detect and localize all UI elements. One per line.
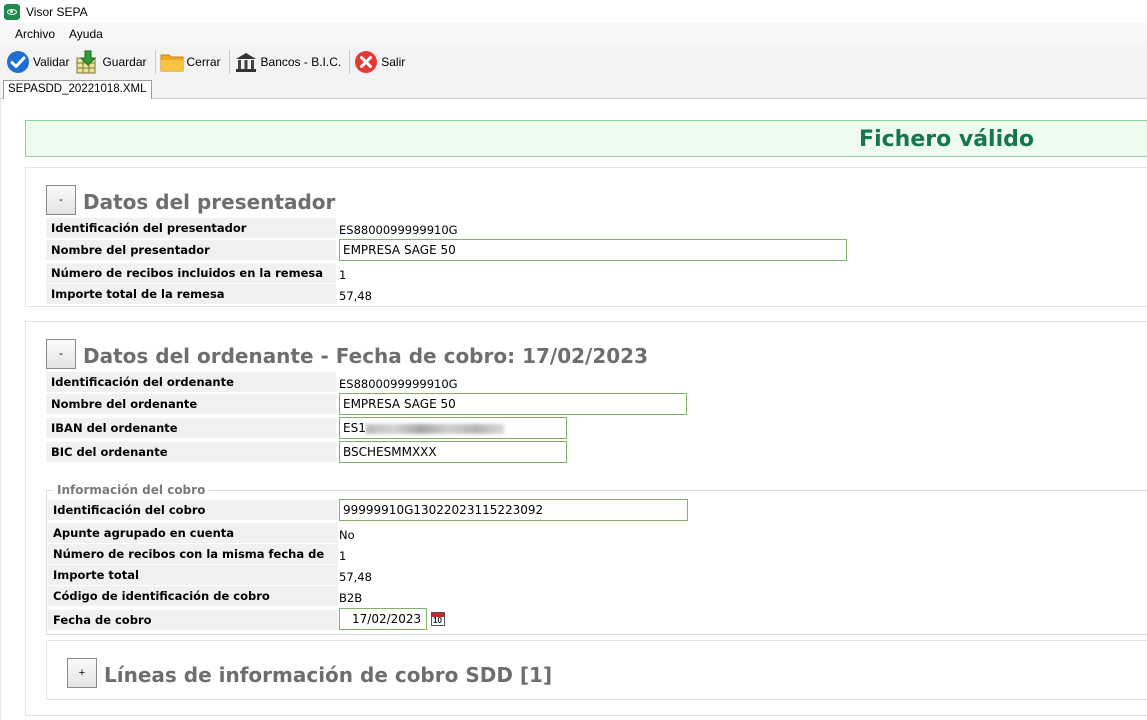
status-banner: Fichero válido [25,120,1147,157]
cobro-codigo-label: Código de identificación de cobro [48,586,338,606]
menu-bar: Archivo Ayuda [0,23,1147,45]
ordenante-panel: - Datos del ordenante - Fecha de cobro: … [25,321,1147,716]
lineas-expand-button[interactable]: + [67,658,97,688]
tab-file[interactable]: SEPASDD_20221018.XML [3,80,152,99]
guardar-button[interactable]: Guardar [75,48,152,76]
window-title: Visor SEPA [26,4,88,19]
ordenante-id-value: ES8800099999910G [339,377,458,391]
cobro-num-label: Número de recibos con la misma fecha de … [48,544,338,581]
menu-ayuda[interactable]: Ayuda [62,27,110,41]
cobro-importe-value: 57,48 [339,570,372,584]
main-content: Fichero válido - Datos del presentador I… [0,99,1147,720]
status-text: Fichero válido [859,127,1034,152]
iban-redacted [365,423,504,434]
bancos-label: Bancos - B.I.C. [260,54,342,69]
cobro-codigo-value: B2B [339,591,363,605]
ordenante-id-label: Identificación del ordenante [46,372,336,392]
close-circle-icon [354,50,378,74]
lineas-title: Líneas de información de cobro SDD [1] [104,663,553,687]
presentador-nombre-label: Nombre del presentador [46,240,336,260]
cobro-fecha-label: Fecha de cobro [48,610,338,630]
bank-icon [234,50,258,74]
cobro-importe-label: Importe total [48,565,338,585]
presentador-id-label: Identificación del presentador [46,218,336,238]
calendar-day: 10 [433,616,442,625]
cerrar-button[interactable]: Cerrar [160,48,227,76]
ordenante-iban-label: IBAN del ordenante [46,418,336,438]
guardar-label: Guardar [102,54,147,69]
presentador-id-value: ES8800099999910G [339,223,458,237]
cobro-legend: Información del cobro [53,483,210,497]
ordenante-iban-field[interactable]: ES1 [339,417,567,439]
presentador-importe-label: Importe total de la remesa [46,284,336,304]
save-download-icon [75,50,99,74]
cobro-apunte-value: No [339,528,355,542]
check-circle-icon [6,50,30,74]
menu-archivo[interactable]: Archivo [8,27,62,41]
ordenante-title: Datos del ordenante - Fecha de cobro: 17… [83,344,648,368]
ordenante-bic-label: BIC del ordenante [46,442,336,462]
eye-icon [4,3,20,20]
iban-prefix: ES1 [343,421,366,435]
ordenante-nombre-field[interactable]: EMPRESA SAGE 50 [339,393,687,415]
salir-button[interactable]: Salir [354,48,411,76]
folder-icon [160,50,184,74]
presentador-importe-value: 57,48 [339,289,372,303]
ordenante-nombre-label: Nombre del ordenante [46,394,336,414]
tab-bar: SEPASDD_20221018.XML [0,78,1147,99]
cobro-num-value: 1 [339,549,347,563]
bancos-button[interactable]: Bancos - B.I.C. [234,48,348,76]
validar-button[interactable]: Validar [6,48,75,76]
presentador-num-value: 1 [339,268,347,282]
presentador-title: Datos del presentador [83,190,336,214]
presentador-nombre-field[interactable]: EMPRESA SAGE 50 [339,239,847,261]
salir-label: Salir [381,54,406,69]
toolbar-separator [349,49,351,74]
cerrar-label: Cerrar [186,54,221,69]
ordenante-collapse-button[interactable]: - [46,339,76,369]
cobro-apunte-label: Apunte agrupado en cuenta [48,523,338,543]
toolbar-separator [228,49,230,74]
presentador-collapse-button[interactable]: - [46,185,76,215]
cobro-id-label: Identificación del cobro [48,500,338,520]
cobro-id-field[interactable]: 99999910G13022023115223092 [339,499,688,521]
toolbar: Validar Guardar Cerrar Bancos - B.I.C. S… [0,45,1147,78]
toolbar-separator [154,49,156,74]
calendar-icon[interactable]: 10 [431,612,445,626]
cobro-fecha-field[interactable]: 17/02/2023 [339,608,427,630]
presentador-num-label: Número de recibos incluidos en la remesa [46,263,336,283]
ordenante-bic-field[interactable]: BSCHESMMXXX [339,441,567,463]
title-bar: Visor SEPA [0,0,1147,23]
lineas-panel: + Líneas de información de cobro SDD [1] [46,640,1147,700]
presentador-panel: - Datos del presentador Identificación d… [25,167,1147,307]
validar-label: Validar [33,54,70,69]
